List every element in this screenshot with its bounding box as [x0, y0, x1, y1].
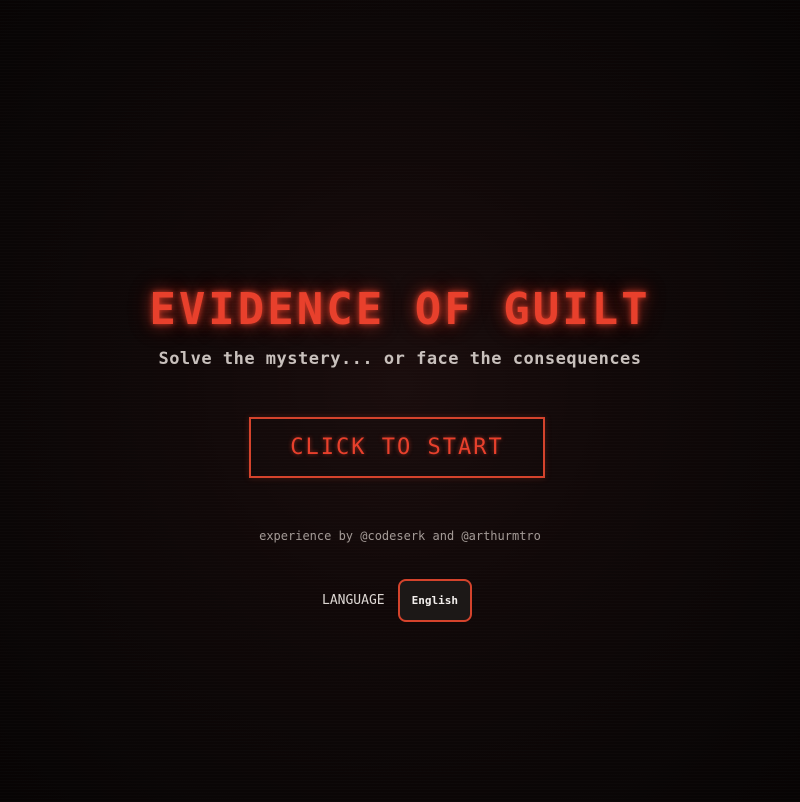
credits-text: experience by @codeserk and @arthurmtro [259, 529, 541, 543]
language-selector-row: LANGUAGE English [322, 579, 472, 622]
language-selected-value: English [411, 594, 458, 607]
game-subtitle: Solve the mystery... or face the consequ… [158, 349, 642, 369]
language-select[interactable]: English [397, 579, 472, 622]
game-title: EVIDENCE OF GUILT [149, 284, 651, 335]
language-label: LANGUAGE [322, 593, 385, 608]
title-screen: EVIDENCE OF GUILT Solve the mystery... o… [0, 0, 800, 802]
scanline-overlay [0, 0, 800, 802]
start-button[interactable]: CLICK TO START [249, 417, 545, 478]
